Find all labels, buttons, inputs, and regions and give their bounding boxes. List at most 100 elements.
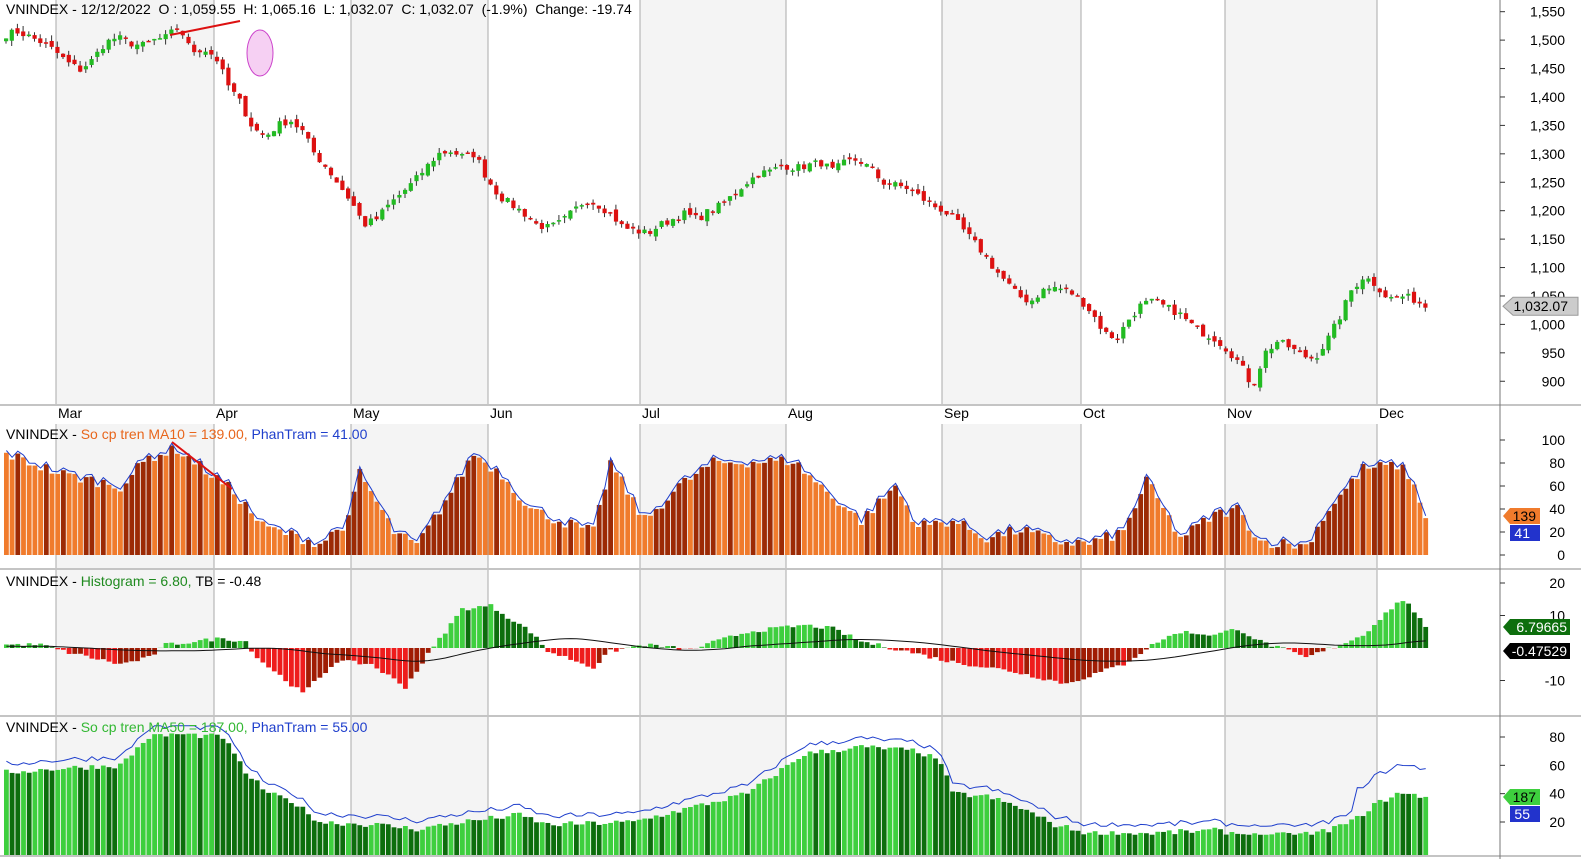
ma10-bar	[1053, 542, 1058, 555]
hist-tick-label: 20	[1549, 575, 1565, 591]
ma50-bar	[33, 772, 38, 855]
ma10-bar	[1110, 541, 1115, 555]
ma10-bar	[78, 483, 83, 555]
ma50-bar	[534, 822, 539, 855]
ma10-bar	[164, 456, 169, 555]
ma50-bar	[1406, 794, 1411, 855]
ma10-bar	[192, 464, 197, 555]
candle-body	[369, 218, 373, 225]
ma10-bar	[124, 483, 129, 555]
hist-bar	[112, 648, 117, 664]
price-month-band	[351, 0, 488, 404]
price-title-low: L: 1,032.07	[324, 1, 394, 17]
candle-body	[494, 185, 498, 194]
ma50-bar	[363, 827, 368, 855]
ma50-bar	[899, 748, 904, 855]
ma10-bar	[625, 495, 630, 555]
ma10-bar	[990, 537, 995, 555]
ma10-bar	[1212, 512, 1217, 555]
ma50-bar	[107, 767, 112, 855]
ma10-bar	[1030, 532, 1035, 555]
candle-body	[511, 201, 515, 209]
ma10-bar	[340, 531, 345, 555]
candle-body	[55, 47, 59, 53]
ma50-bar	[1201, 830, 1206, 855]
ma50-bar	[882, 749, 887, 855]
ma50-bar	[625, 820, 630, 855]
candle-body	[859, 162, 863, 164]
candle-body	[563, 216, 567, 218]
ma10-bar	[1155, 498, 1160, 555]
ma10-bar	[802, 474, 807, 555]
candle-body	[357, 203, 361, 216]
ma50-bar	[1298, 833, 1303, 855]
ma10-bar	[1230, 508, 1235, 555]
ma10-bar	[1167, 515, 1172, 555]
ma50-bar	[1178, 829, 1183, 855]
candle-body	[1138, 304, 1142, 314]
ma10-bar	[107, 485, 112, 555]
hist-bar	[540, 645, 545, 648]
candle-body	[591, 203, 595, 205]
ma10-bar	[1332, 504, 1337, 555]
ma50-pane-title: VNINDEX - So cp tren MA50 = 187.00, Phan…	[6, 719, 367, 735]
ma50-bar	[785, 765, 790, 855]
ma50-bar	[842, 751, 847, 855]
candle-body	[933, 203, 937, 207]
ma10-bar	[1059, 544, 1064, 555]
ma10-bar	[243, 502, 248, 555]
hist-bar	[477, 606, 482, 648]
ma10-title-pct: PhanTram = 41.00	[252, 426, 368, 442]
candle-body	[699, 216, 703, 220]
candle-body	[848, 157, 852, 159]
price-last-label: 1,032.07	[1514, 298, 1569, 314]
ma50-bar	[1326, 832, 1331, 855]
hist-bar	[996, 648, 1001, 668]
ma10-bar	[614, 472, 619, 555]
hist-bar	[842, 635, 847, 648]
ma50-bar	[15, 773, 20, 855]
candle-body	[768, 170, 772, 172]
ma50-bar	[449, 823, 454, 855]
ma50-bar	[705, 805, 710, 855]
ma10-bar	[135, 463, 140, 555]
candle-body	[585, 204, 589, 206]
ma10-bar	[44, 464, 49, 555]
ma50-bar	[1093, 831, 1098, 855]
candle-body	[802, 164, 806, 169]
ma50-bar	[1389, 797, 1394, 855]
hist-bar	[1355, 637, 1360, 648]
hist-bar	[141, 648, 146, 657]
price-title-close: C: 1,032.07	[401, 1, 473, 17]
candle-body	[489, 179, 493, 184]
hist-bar	[791, 627, 796, 648]
ma10-bar	[272, 527, 277, 555]
ma10-bar	[1207, 522, 1212, 555]
ma10-bar	[585, 525, 590, 555]
ma50-bar	[1366, 811, 1371, 855]
ma10-bar	[226, 482, 231, 555]
ma10-bar	[1292, 549, 1297, 555]
ma10-bar	[774, 461, 779, 555]
candle-body	[762, 170, 766, 177]
hist-bar	[147, 648, 152, 656]
hist-bar	[859, 642, 864, 648]
candle-body	[380, 209, 384, 219]
ma10-bar	[597, 505, 602, 555]
candle-body	[1212, 336, 1216, 341]
ma10-bar	[882, 499, 887, 555]
candle-body	[774, 167, 778, 169]
ma50-bar	[1081, 834, 1086, 855]
ma50-bar	[1344, 824, 1349, 855]
hist-bar	[534, 637, 539, 648]
ma10-bar	[825, 492, 830, 555]
candle-body	[352, 196, 356, 206]
hist-bar	[848, 634, 853, 648]
candle-body	[905, 186, 909, 189]
ma10-bar	[1133, 508, 1138, 555]
hist-bar	[369, 648, 374, 664]
ma50-bar	[1304, 832, 1309, 855]
ma10-bar	[1366, 469, 1371, 555]
ma50-bar	[1110, 831, 1115, 855]
ma50-bar	[1321, 829, 1326, 855]
